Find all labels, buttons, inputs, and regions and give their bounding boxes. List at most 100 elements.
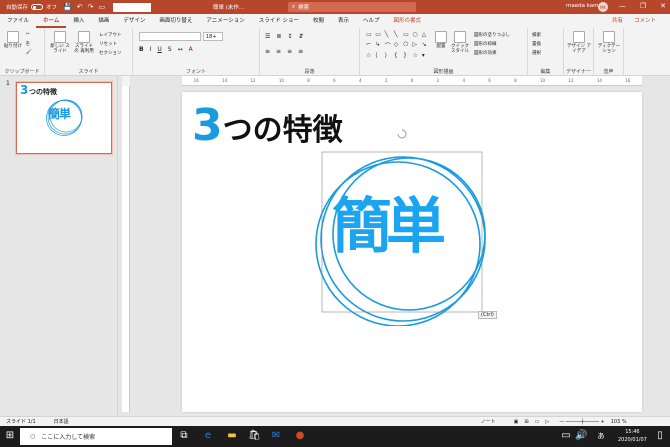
powerpoint-icon[interactable]: ● [294,430,306,442]
volume-icon[interactable]: 🔊 [575,430,587,442]
tab-view[interactable]: 表示 [331,14,356,28]
ruler-tick: 14 [222,78,228,83]
tab-help[interactable]: ヘルプ [356,14,387,28]
ruler-tick: 10 [278,78,284,83]
reading-view-icon[interactable]: ▭ [535,419,540,425]
zoom-slider[interactable]: — ─────┼───── + [559,419,604,425]
file-explorer-icon[interactable]: ▬ [226,430,238,442]
section-button[interactable]: セクション [99,50,122,56]
search-box[interactable]: ⌕ 検索 [288,2,416,12]
shape-effects-button[interactable]: 図形の効果 [474,50,497,56]
tab-slideshow[interactable]: スライド ショー [252,14,306,28]
slide-canvas[interactable]: 3つの特徴 簡単 (Ctrl) [182,92,642,412]
tab-home[interactable]: ホーム [36,14,67,28]
text-direction-icon[interactable]: ⇵ [298,33,303,40]
clock[interactable]: 15:46 2020/01/07 [618,428,647,444]
select-button[interactable]: 選択 [532,50,541,56]
bold-icon[interactable]: B [139,46,144,53]
tab-animations[interactable]: アニメーション [199,14,251,28]
search-icon: ○ [30,433,36,440]
copy-icon[interactable]: ⎘ [26,41,30,47]
ruler-tick: 0 [410,78,414,83]
zoom-level[interactable]: 103 % [611,419,627,425]
task-view-icon[interactable]: ⧉ [178,430,190,442]
tab-design[interactable]: デザイン [116,14,152,28]
font-name-select[interactable] [139,32,201,41]
align-center-icon[interactable]: ≡ [276,48,281,55]
quick-style-button[interactable]: クイック スタイル [450,31,470,54]
format-painter-icon[interactable]: 🖌 [26,50,32,55]
windows-start-icon[interactable]: ⊞ [4,430,16,442]
italic-icon[interactable]: I [150,46,152,53]
reuse-slide-button[interactable]: スライドの 再利用 [73,31,95,54]
design-ideas-button[interactable]: デザイン アイデア [566,31,592,54]
strikethrough-icon[interactable]: S [168,46,172,53]
redo-icon[interactable]: ↷ [88,3,94,11]
minimize-button[interactable]: — [619,2,626,10]
align-right-icon[interactable]: ≡ [287,48,292,55]
slide-thumbnail[interactable]: 3 つの特徴 簡単 [16,82,112,154]
shapes-gallery[interactable]: ▭ ▭ ╲ ╲ ▭ ○ △ ⌐ ↳ ⌒ ◇ ⬠ ▷ ↘ ☆ ⟨ ⟩{} ☆ ▾ [366,31,430,61]
maximize-button[interactable]: ❐ [640,2,646,10]
dictate-button[interactable]: ディクテー ション [596,31,622,54]
undo-icon[interactable]: ↶ [77,3,83,11]
avatar[interactable]: MK [598,2,608,12]
justify-icon[interactable]: ≡ [298,48,303,55]
group-label-editing: 編集 [540,69,551,75]
slideshow-view-icon[interactable]: ▷ [545,419,549,425]
new-slide-button[interactable]: 新しい スライド [49,31,71,54]
tab-transitions[interactable]: 画面切り替え [152,14,199,28]
tab-file[interactable]: ファイル [0,14,36,28]
ruler-corner [122,76,130,86]
underline-icon[interactable]: U [157,46,161,53]
save-icon[interactable]: 💾 [63,3,72,11]
search-icon: ⌕ [292,3,296,10]
taskbar-search[interactable]: ○ ここに入力して検索 [20,428,172,445]
bullets-icon[interactable]: ☰ [265,33,270,40]
group-label-voice: 音声 [603,69,614,75]
share-button[interactable]: 共有 [612,16,623,24]
normal-view-icon[interactable]: ▣ [514,419,519,425]
line-spacing-icon[interactable]: ↕ [287,33,292,40]
shape-fill-button[interactable]: 図形の塗りつぶし [474,32,510,38]
edge-icon[interactable]: e [202,430,214,442]
cut-icon[interactable]: ✂ [26,32,30,37]
shape-outline-button[interactable]: 図形の枠線 [474,41,497,47]
autosave-label: 自動保存 [6,5,29,11]
align-left-icon[interactable]: ≡ [265,48,270,55]
numbering-icon[interactable]: ≣ [276,33,281,40]
group-label-paragraph: 段落 [304,69,315,75]
language[interactable]: 日本語 [54,418,69,425]
font-size-select[interactable]: 18+ [203,32,223,41]
replace-button[interactable]: 置換 [532,41,541,47]
reuse-slide-icon [78,31,90,43]
tab-insert[interactable]: 挿入 [66,14,91,28]
group-voice: ディクテー ション 音声 [594,28,624,76]
ruler-tick: 4 [462,78,465,83]
ime-indicator[interactable]: あ [595,430,607,442]
close-button[interactable]: ✕ [660,2,666,10]
reset-button[interactable]: リセット [99,41,117,47]
rotate-handle-icon[interactable] [396,128,408,140]
tab-review[interactable]: 校閲 [306,14,331,28]
store-icon[interactable]: 🛍 [248,430,261,442]
slide-word[interactable]: 簡単 [332,178,446,265]
comment-button[interactable]: コメント [634,16,656,24]
layout-button[interactable]: レイアウト [99,32,122,38]
arrange-button[interactable]: 配置 [432,31,450,49]
paste-button[interactable]: 貼り付け [3,31,23,49]
qat-font-box[interactable] [113,2,152,12]
autosave-toggle[interactable] [31,4,44,10]
char-spacing-icon[interactable]: ↔ [178,46,183,53]
tab-draw[interactable]: 描画 [91,14,116,28]
start-slideshow-icon[interactable]: ▭ [99,3,106,11]
tab-shape-format[interactable]: 図形の書式 [387,14,429,28]
find-button[interactable]: 検索 [532,32,541,38]
paste-options-tag[interactable]: (Ctrl) [478,311,497,319]
slide-sorter-icon[interactable]: ⊞ [524,419,528,425]
font-color-icon[interactable]: A [189,46,193,53]
mail-icon[interactable]: ✉ [270,430,282,442]
notes-button[interactable]: ノート [481,418,496,425]
network-icon[interactable]: ▭ [560,430,572,442]
notifications-icon[interactable]: ▯ [654,430,666,442]
